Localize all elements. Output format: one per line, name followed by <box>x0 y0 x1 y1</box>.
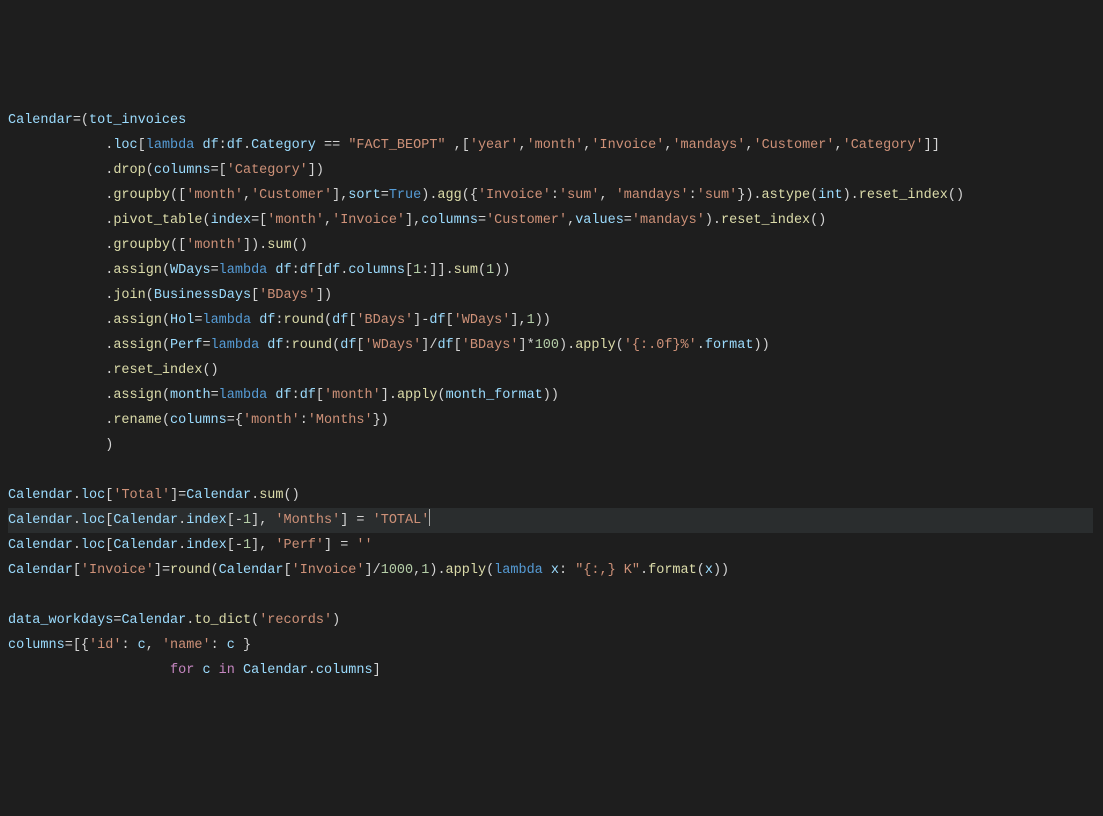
code-line[interactable]: Calendar['Invoice']=round(Calendar['Invo… <box>8 558 1093 583</box>
code-line[interactable]: .assign(Hol=lambda df:round(df['BDays']-… <box>8 308 1093 333</box>
code-line[interactable]: data_workdays=Calendar.to_dict('records'… <box>8 608 1093 633</box>
code-line[interactable]: columns=[{'id': c, 'name': c } <box>8 633 1093 658</box>
text-cursor <box>429 509 430 526</box>
code-line[interactable]: ) <box>8 433 1093 458</box>
code-line[interactable]: .rename(columns={'month':'Months'}) <box>8 408 1093 433</box>
code-editor[interactable]: Calendar=(tot_invoices .loc[lambda df:df… <box>8 108 1093 683</box>
code-line[interactable]: .reset_index() <box>8 358 1093 383</box>
code-line[interactable]: .groupby(['month']).sum() <box>8 233 1093 258</box>
tok: tot_invoices <box>89 113 186 128</box>
code-line[interactable]: .assign(Perf=lambda df:round(df['WDays']… <box>8 333 1093 358</box>
code-line[interactable]: Calendar.loc['Total']=Calendar.sum() <box>8 483 1093 508</box>
code-line[interactable]: .drop(columns=['Category']) <box>8 158 1093 183</box>
code-line[interactable]: .assign(WDays=lambda df:df[df.columns[1:… <box>8 258 1093 283</box>
code-line[interactable]: .join(BusinessDays['BDays']) <box>8 283 1093 308</box>
code-line[interactable]: .groupby(['month','Customer'],sort=True)… <box>8 183 1093 208</box>
code-line[interactable] <box>8 583 1093 608</box>
code-line[interactable] <box>8 458 1093 483</box>
code-line-current[interactable]: Calendar.loc[Calendar.index[-1], 'Months… <box>8 508 1093 533</box>
code-line[interactable]: for c in Calendar.columns] <box>8 658 1093 683</box>
tok: Calendar <box>8 113 73 128</box>
code-line[interactable]: .pivot_table(index=['month','Invoice'],c… <box>8 208 1093 233</box>
code-line[interactable]: .assign(month=lambda df:df['month'].appl… <box>8 383 1093 408</box>
code-line[interactable]: Calendar.loc[Calendar.index[-1], 'Perf']… <box>8 533 1093 558</box>
code-line[interactable]: .loc[lambda df:df.Category == "FACT_BEOP… <box>8 133 1093 158</box>
code-line[interactable]: Calendar=(tot_invoices <box>8 108 1093 133</box>
